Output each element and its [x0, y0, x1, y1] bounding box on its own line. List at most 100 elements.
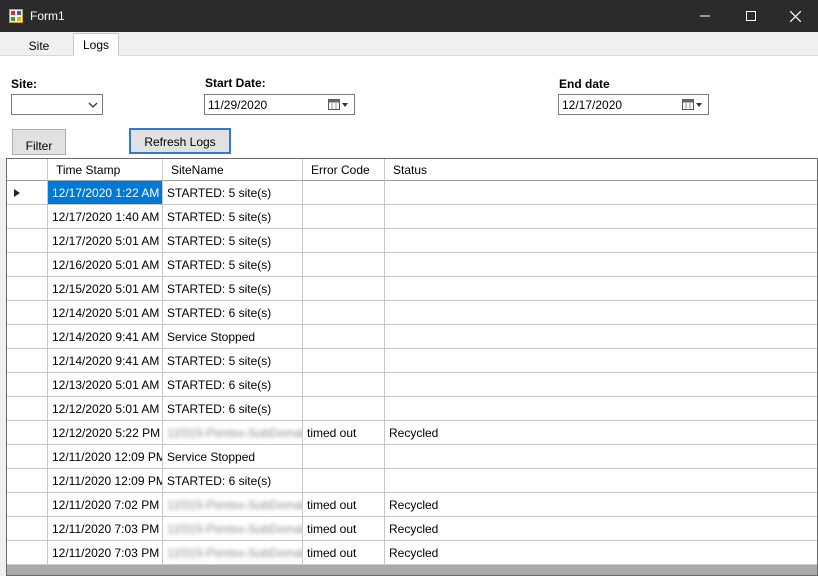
cell-error-code[interactable]: [303, 277, 385, 301]
cell-error-code[interactable]: [303, 301, 385, 325]
table-row[interactable]: 12/11/2020 7:03 PM 11f315-Pentex-SubDomai…: [7, 517, 817, 541]
cell-error-code[interactable]: [303, 469, 385, 493]
table-row[interactable]: 12/11/2020 12:09 PM STARTED: 6 site(s): [7, 469, 817, 493]
cell-time-stamp[interactable]: 12/15/2020 5:01 AM: [48, 277, 163, 301]
cell-error-code[interactable]: timed out: [303, 493, 385, 517]
logs-grid[interactable]: Time Stamp SiteName Error Code Status 12…: [6, 158, 818, 576]
row-header[interactable]: [7, 349, 48, 373]
cell-status[interactable]: Recycled: [385, 541, 817, 565]
row-header[interactable]: [7, 445, 48, 469]
cell-status[interactable]: [385, 229, 817, 253]
cell-status[interactable]: [385, 373, 817, 397]
row-header[interactable]: [7, 469, 48, 493]
cell-error-code[interactable]: timed out: [303, 517, 385, 541]
cell-status[interactable]: [385, 205, 817, 229]
cell-time-stamp[interactable]: 12/13/2020 5:01 AM: [48, 373, 163, 397]
cell-error-code[interactable]: [303, 325, 385, 349]
cell-error-code[interactable]: [303, 253, 385, 277]
table-row[interactable]: 12/12/2020 5:01 AM STARTED: 6 site(s): [7, 397, 817, 421]
row-header[interactable]: [7, 181, 48, 205]
cell-site-name[interactable]: STARTED: 5 site(s): [163, 349, 303, 373]
row-header[interactable]: [7, 493, 48, 517]
cell-time-stamp[interactable]: 12/17/2020 5:01 AM: [48, 229, 163, 253]
site-combobox[interactable]: [11, 94, 103, 115]
cell-site-name[interactable]: STARTED: 6 site(s): [163, 373, 303, 397]
row-header[interactable]: [7, 205, 48, 229]
cell-error-code[interactable]: [303, 229, 385, 253]
table-row[interactable]: 12/17/2020 1:40 AM STARTED: 5 site(s): [7, 205, 817, 229]
table-row[interactable]: 12/13/2020 5:01 AM STARTED: 6 site(s): [7, 373, 817, 397]
start-date-picker[interactable]: 11/29/2020: [204, 94, 355, 115]
table-row[interactable]: 12/14/2020 9:41 AM Service Stopped: [7, 325, 817, 349]
cell-status[interactable]: [385, 277, 817, 301]
cell-status[interactable]: [385, 469, 817, 493]
cell-site-name[interactable]: STARTED: 5 site(s): [163, 229, 303, 253]
column-header-error-code[interactable]: Error Code: [303, 159, 385, 181]
table-row[interactable]: 12/11/2020 7:03 PM 11f315-Pentex-SubDomai…: [7, 541, 817, 565]
row-header[interactable]: [7, 373, 48, 397]
cell-time-stamp[interactable]: 12/14/2020 9:41 AM: [48, 325, 163, 349]
cell-site-name[interactable]: 11f315-Pentex-SubDomain: [163, 421, 303, 445]
row-header[interactable]: [7, 541, 48, 565]
table-row[interactable]: 12/14/2020 5:01 AM STARTED: 6 site(s): [7, 301, 817, 325]
cell-site-name[interactable]: Service Stopped: [163, 445, 303, 469]
cell-time-stamp[interactable]: 12/12/2020 5:22 PM: [48, 421, 163, 445]
cell-time-stamp[interactable]: 12/17/2020 1:40 AM: [48, 205, 163, 229]
tab-site-manager[interactable]: Site manager: [4, 36, 74, 67]
maximize-button[interactable]: [728, 0, 774, 32]
cell-error-code[interactable]: [303, 373, 385, 397]
cell-site-name[interactable]: STARTED: 5 site(s): [163, 181, 303, 205]
cell-time-stamp[interactable]: 12/12/2020 5:01 AM: [48, 397, 163, 421]
cell-status[interactable]: [385, 445, 817, 469]
cell-error-code[interactable]: [303, 349, 385, 373]
cell-site-name[interactable]: STARTED: 5 site(s): [163, 253, 303, 277]
column-header-status[interactable]: Status: [385, 159, 817, 181]
table-row[interactable]: 12/11/2020 12:09 PM Service Stopped: [7, 445, 817, 469]
column-header-time-stamp[interactable]: Time Stamp: [48, 159, 163, 181]
cell-time-stamp[interactable]: 12/16/2020 5:01 AM: [48, 253, 163, 277]
cell-error-code[interactable]: [303, 445, 385, 469]
cell-time-stamp[interactable]: 12/11/2020 7:02 PM: [48, 493, 163, 517]
cell-status[interactable]: [385, 253, 817, 277]
cell-status[interactable]: [385, 349, 817, 373]
cell-status[interactable]: Recycled: [385, 493, 817, 517]
cell-time-stamp[interactable]: 12/11/2020 7:03 PM: [48, 541, 163, 565]
cell-error-code[interactable]: [303, 205, 385, 229]
cell-site-name[interactable]: 11f315-Pentex-SubDomain: [163, 517, 303, 541]
row-header[interactable]: [7, 253, 48, 277]
cell-time-stamp[interactable]: 12/17/2020 1:22 AM: [48, 181, 163, 205]
cell-status[interactable]: Recycled: [385, 421, 817, 445]
table-row[interactable]: 12/16/2020 5:01 AM STARTED: 5 site(s): [7, 253, 817, 277]
cell-time-stamp[interactable]: 12/11/2020 12:09 PM: [48, 445, 163, 469]
cell-site-name[interactable]: STARTED: 5 site(s): [163, 277, 303, 301]
close-button[interactable]: [772, 0, 818, 32]
cell-time-stamp[interactable]: 12/14/2020 5:01 AM: [48, 301, 163, 325]
tab-logs[interactable]: Logs: [73, 33, 119, 57]
cell-status[interactable]: [385, 181, 817, 205]
row-header[interactable]: [7, 325, 48, 349]
row-header[interactable]: [7, 397, 48, 421]
cell-status[interactable]: Recycled: [385, 517, 817, 541]
row-header[interactable]: [7, 229, 48, 253]
cell-error-code[interactable]: [303, 181, 385, 205]
cell-site-name[interactable]: 11f315-Pentex-SubDomain: [163, 541, 303, 565]
cell-time-stamp[interactable]: 12/11/2020 12:09 PM: [48, 469, 163, 493]
table-row[interactable]: 12/11/2020 7:02 PM 11f315-Pentex-SubDomai…: [7, 493, 817, 517]
cell-status[interactable]: [385, 397, 817, 421]
cell-site-name[interactable]: STARTED: 6 site(s): [163, 469, 303, 493]
table-row[interactable]: 12/14/2020 9:41 AM STARTED: 5 site(s): [7, 349, 817, 373]
cell-site-name[interactable]: 11f315-Pentex-SubDomain: [163, 493, 303, 517]
cell-time-stamp[interactable]: 12/11/2020 7:03 PM: [48, 517, 163, 541]
cell-error-code[interactable]: timed out: [303, 421, 385, 445]
cell-time-stamp[interactable]: 12/14/2020 9:41 AM: [48, 349, 163, 373]
cell-site-name[interactable]: STARTED: 5 site(s): [163, 205, 303, 229]
table-row[interactable]: 12/12/2020 5:22 PM 11f315-Pentex-SubDomai…: [7, 421, 817, 445]
table-row[interactable]: 12/17/2020 5:01 AM STARTED: 5 site(s): [7, 229, 817, 253]
cell-error-code[interactable]: timed out: [303, 541, 385, 565]
cell-status[interactable]: [385, 325, 817, 349]
table-row[interactable]: 12/17/2020 1:22 AM STARTED: 5 site(s): [7, 181, 817, 205]
refresh-logs-button[interactable]: Refresh Logs: [129, 128, 231, 154]
row-header[interactable]: [7, 277, 48, 301]
row-header[interactable]: [7, 517, 48, 541]
column-header-site-name[interactable]: SiteName: [163, 159, 303, 181]
